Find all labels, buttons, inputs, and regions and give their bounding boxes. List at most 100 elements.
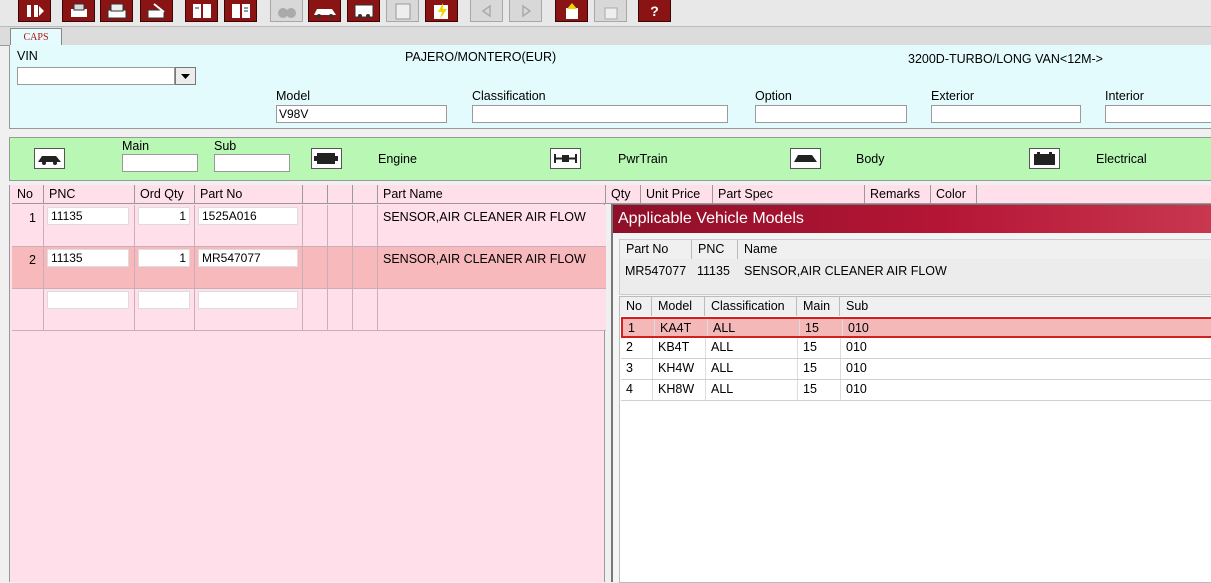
- col-header-ord-qty[interactable]: Ord Qty: [135, 185, 195, 204]
- model-row-no: 2: [621, 338, 653, 358]
- table-row[interactable]: [12, 289, 606, 331]
- model-col-header-main[interactable]: Main: [797, 297, 840, 316]
- part-no-field[interactable]: 1525A016: [198, 207, 298, 225]
- row-number: 1: [29, 211, 36, 225]
- chevron-down-icon: [181, 74, 190, 79]
- help-icon[interactable]: ?: [638, 0, 671, 22]
- model-row-main: 15: [798, 359, 841, 379]
- model-row[interactable]: 4 KH8W ALL 15 010: [621, 380, 1211, 401]
- col-header-color[interactable]: Color: [931, 185, 977, 204]
- interior-label: Interior: [1105, 89, 1144, 103]
- model-col-header-classification[interactable]: Classification: [705, 297, 797, 316]
- print-edit-icon[interactable]: [140, 0, 173, 22]
- ord-qty-field[interactable]: 1: [138, 207, 190, 225]
- part-name: SENSOR,AIR CLEANER AIR FLOW: [383, 252, 586, 266]
- col-header-part-spec[interactable]: Part Spec: [713, 185, 865, 204]
- part-add-icon[interactable]: [555, 0, 588, 22]
- model-row-sub: 010: [846, 382, 867, 396]
- model-row-classification: ALL: [706, 359, 798, 379]
- model-row-model: KB4T: [653, 338, 706, 358]
- exterior-field[interactable]: [931, 105, 1081, 123]
- col-header-part-name[interactable]: Part Name: [378, 185, 606, 204]
- exit-icon[interactable]: [18, 0, 51, 22]
- dialog-title[interactable]: Applicable Vehicle Models: [613, 205, 1211, 233]
- book-list-icon[interactable]: [224, 0, 257, 22]
- model-field[interactable]: V98V: [276, 105, 447, 123]
- car-category-icon[interactable]: [34, 148, 65, 169]
- classification-label: Classification: [472, 89, 546, 103]
- col-header-blank-1[interactable]: [303, 185, 328, 204]
- vehicle-spec: 3200D-TURBO/LONG VAN<12M->: [908, 52, 1103, 66]
- popup-part-name: SENSOR,AIR CLEANER AIR FLOW: [744, 264, 947, 278]
- pnc-field[interactable]: [47, 291, 129, 309]
- option-label: Option: [755, 89, 792, 103]
- interior-field[interactable]: [1105, 105, 1211, 123]
- arrow-left-icon[interactable]: [470, 0, 503, 22]
- col-header-part-no[interactable]: Part No: [195, 185, 303, 204]
- ord-qty-field[interactable]: [138, 291, 190, 309]
- model-row[interactable]: 1 KA4T ALL 15 010: [621, 317, 1211, 338]
- body-label[interactable]: Body: [856, 152, 885, 166]
- table-row[interactable]: 2 11135 1 MR547077 SENSOR,AIR CLEANER AI…: [12, 247, 606, 289]
- col-header-remarks[interactable]: Remarks: [865, 185, 931, 204]
- model-row-no: 4: [621, 380, 653, 400]
- book-open-icon[interactable]: [185, 0, 218, 22]
- model-row-model: KH4W: [653, 359, 706, 379]
- car-search-icon[interactable]: [308, 0, 341, 22]
- pnc-header: PNC: [692, 240, 738, 259]
- col-header-qty[interactable]: Qty: [606, 185, 641, 204]
- part-info-panel: Part No PNC Name MR547077 11135 SENSOR,A…: [619, 239, 1211, 295]
- model-row-main: 15: [800, 319, 843, 336]
- document-list-icon[interactable]: [386, 0, 419, 22]
- model-row-sub: 010: [848, 321, 869, 335]
- tab-strip: CAPS: [0, 27, 1211, 46]
- model-row-main: 15: [798, 380, 841, 400]
- binoculars-icon[interactable]: [270, 0, 303, 22]
- model-col-header-no[interactable]: No: [620, 297, 652, 316]
- ord-qty-field[interactable]: 1: [138, 249, 190, 267]
- engine-label[interactable]: Engine: [378, 152, 417, 166]
- col-header-blank-3[interactable]: [353, 185, 378, 204]
- model-col-header-model[interactable]: Model: [652, 297, 705, 316]
- col-header-pnc[interactable]: PNC: [44, 185, 135, 204]
- pnc-field[interactable]: 11135: [47, 249, 129, 267]
- engine-icon[interactable]: [311, 148, 342, 169]
- model-row-model: KA4T: [655, 319, 708, 336]
- table-row[interactable]: 1 11135 1 1525A016 SENSOR,AIR CLEANER AI…: [12, 205, 606, 247]
- print-list-icon[interactable]: [62, 0, 95, 22]
- part-no-field[interactable]: [198, 291, 298, 309]
- pwrtrain-icon[interactable]: [550, 148, 581, 169]
- sub-group-field[interactable]: [214, 154, 290, 172]
- model-row[interactable]: 3 KH4W ALL 15 010: [621, 359, 1211, 380]
- main-group-field[interactable]: [122, 154, 198, 172]
- parts-grid: No PNC Ord Qty Part No Part Name 1 11135…: [9, 185, 606, 582]
- category-bar: Main Sub Engine PwrTrain Body Electrical: [9, 137, 1211, 181]
- classification-field[interactable]: [472, 105, 728, 123]
- sub-label: Sub: [214, 139, 237, 153]
- applicable-models-dialog: Applicable Vehicle Models Part No PNC Na…: [611, 204, 1211, 583]
- row-number: 2: [29, 253, 36, 267]
- pwrtrain-label[interactable]: PwrTrain: [618, 152, 668, 166]
- col-header-no[interactable]: No: [12, 185, 44, 204]
- vin-dropdown-button[interactable]: [175, 67, 196, 85]
- part-no-field[interactable]: MR547077: [198, 249, 298, 267]
- popup-part-no: MR547077: [625, 264, 687, 278]
- model-col-header-sub[interactable]: Sub: [840, 297, 1211, 316]
- vin-input[interactable]: [17, 67, 175, 85]
- vehicle-info-icon[interactable]: [347, 0, 380, 22]
- part-move-icon[interactable]: [594, 0, 627, 22]
- option-field[interactable]: [755, 105, 907, 123]
- pnc-field[interactable]: 11135: [47, 207, 129, 225]
- model-row[interactable]: 2 KB4T ALL 15 010: [621, 338, 1211, 359]
- electrical-label[interactable]: Electrical: [1096, 152, 1147, 166]
- col-header-unit-price[interactable]: Unit Price: [641, 185, 713, 204]
- arrow-right-icon[interactable]: [509, 0, 542, 22]
- tab-caps[interactable]: CAPS: [10, 28, 62, 46]
- body-icon[interactable]: [790, 148, 821, 169]
- model-row-model: KH8W: [653, 380, 706, 400]
- col-header-blank-2[interactable]: [328, 185, 353, 204]
- battery-icon[interactable]: [1029, 148, 1060, 169]
- lightning-icon[interactable]: [425, 0, 458, 22]
- name-header: Name: [738, 240, 1211, 259]
- printer-icon[interactable]: [100, 0, 133, 22]
